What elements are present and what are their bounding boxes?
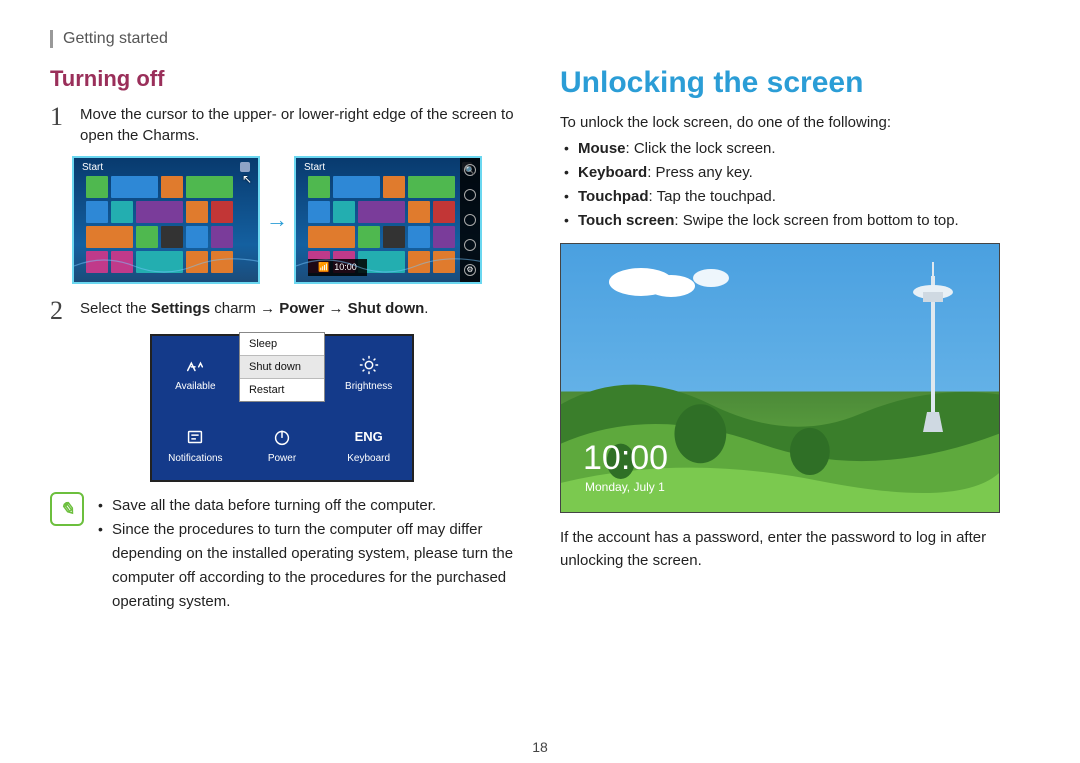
wifi-icon xyxy=(183,353,207,377)
arrow-right-icon: → xyxy=(266,207,288,233)
cell-keyboard: ENG Keyboard xyxy=(325,408,412,480)
notifications-icon xyxy=(183,425,207,449)
breadcrumb: Getting started xyxy=(50,30,1030,48)
menu-shutdown[interactable]: Shut down xyxy=(240,355,324,379)
step-1-number: 1 xyxy=(50,104,72,146)
cell-notifications: Notifications xyxy=(152,408,239,480)
power-icon xyxy=(270,425,294,449)
start-screen-with-charms: Start 🔍 ⚙ 📶 10:00 xyxy=(294,156,482,284)
step-2-text: Select the Settings charm → Power → Shut… xyxy=(80,298,520,324)
cell-available: Available xyxy=(152,336,239,408)
note-list: Save all the data before turning off the… xyxy=(94,494,520,614)
start-icon xyxy=(464,214,476,226)
step-1-text: Move the cursor to the upper- or lower-r… xyxy=(80,104,520,146)
brightness-icon xyxy=(357,353,381,377)
start-screen-before: Start ↖ xyxy=(72,156,260,284)
list-item: Keyboard: Press any key. xyxy=(560,161,1030,185)
menu-restart[interactable]: Restart xyxy=(240,379,324,401)
note-item: Save all the data before turning off the… xyxy=(94,494,520,518)
page-number: 18 xyxy=(0,739,1080,755)
unlock-outro: If the account has a password, enter the… xyxy=(560,527,1030,572)
cell-brightness: Brightness xyxy=(325,336,412,408)
step-2-number: 2 xyxy=(50,298,72,324)
figure-lock-screen: 10:00 Monday, July 1 xyxy=(560,243,1000,513)
cell-power-popup-anchor: Sleep Shut down Restart xyxy=(239,336,326,408)
keyboard-lang-icon: ENG xyxy=(357,425,381,449)
charms-bar: 🔍 ⚙ xyxy=(460,158,480,282)
figure-open-charms: Start ↖ → Start xyxy=(72,156,520,284)
search-icon: 🔍 xyxy=(464,164,476,176)
space-needle-icon xyxy=(909,262,957,442)
time-overlay: 📶 10:00 xyxy=(308,259,367,276)
lock-date: Monday, July 1 xyxy=(585,480,665,494)
heading-unlocking: Unlocking the screen xyxy=(560,66,1030,100)
unlock-intro: To unlock the lock screen, do one of the… xyxy=(560,114,1030,131)
start-label: Start xyxy=(304,162,325,173)
list-item: Touchpad: Tap the touchpad. xyxy=(560,185,1030,209)
note-item: Since the procedures to turn the compute… xyxy=(94,518,520,614)
share-icon xyxy=(464,189,476,201)
unlock-methods: Mouse: Click the lock screen. Keyboard: … xyxy=(560,137,1030,233)
power-popup: Sleep Shut down Restart xyxy=(239,332,325,402)
avatar-icon xyxy=(240,162,250,172)
figure-power-menu: Available Sleep Shut down Restart Bright… xyxy=(150,334,414,482)
list-item: Touch screen: Swipe the lock screen from… xyxy=(560,209,1030,233)
cursor-icon: ↖ xyxy=(242,172,252,186)
subheading-turning-off: Turning off xyxy=(50,66,520,92)
list-item: Mouse: Click the lock screen. xyxy=(560,137,1030,161)
settings-icon: ⚙ xyxy=(464,264,476,276)
menu-sleep[interactable]: Sleep xyxy=(240,333,324,355)
devices-icon xyxy=(464,239,476,251)
start-label: Start xyxy=(82,162,103,173)
cell-power: Power xyxy=(239,408,326,480)
lock-time: 10:00 xyxy=(583,439,668,478)
note-icon: ✎ xyxy=(50,492,84,526)
